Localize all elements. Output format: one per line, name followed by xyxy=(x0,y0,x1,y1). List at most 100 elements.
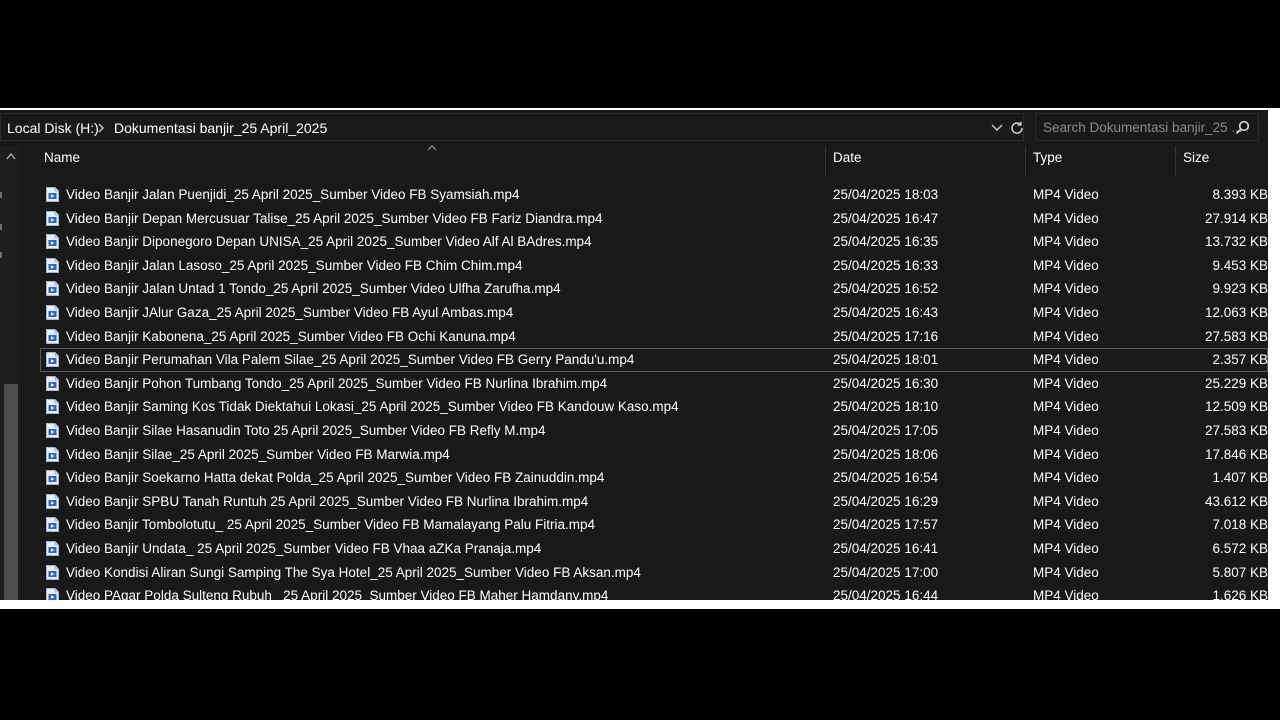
file-date: 25/04/2025 16:30 xyxy=(833,375,939,391)
file-row[interactable]: Video Banjir Pohon Tumbang Tondo_25 Apri… xyxy=(40,372,1268,396)
file-name[interactable]: Video Banjir Pohon Tumbang Tondo_25 Apri… xyxy=(66,376,607,391)
chevron-down-icon[interactable] xyxy=(991,123,1003,133)
column-header-name[interactable]: Name xyxy=(44,150,80,178)
mp4-file-icon xyxy=(46,187,59,202)
file-size: 2.357 KB xyxy=(1212,352,1268,368)
nav-marker xyxy=(0,224,2,230)
file-size: 27.583 KB xyxy=(1204,328,1268,344)
file-row[interactable]: Video Kondisi Aliran Sungi Samping The S… xyxy=(40,561,1268,585)
sort-ascending-icon xyxy=(427,145,437,151)
file-date: 25/04/2025 18:06 xyxy=(833,446,939,462)
column-divider[interactable] xyxy=(825,146,826,176)
file-row[interactable]: Video Banjir Jalan Lasoso_25 April 2025_… xyxy=(40,254,1268,278)
file-type: MP4 Video xyxy=(1033,210,1099,226)
nav-marker xyxy=(0,252,2,258)
mp4-file-icon xyxy=(46,564,59,580)
file-name[interactable]: Video Banjir Soekarno Hatta dekat Polda_… xyxy=(66,470,604,485)
file-name[interactable]: Video Banjir SPBU Tanah Runtuh 25 April … xyxy=(66,494,588,509)
file-type: MP4 Video xyxy=(1033,564,1099,580)
file-date: 25/04/2025 17:57 xyxy=(833,517,939,533)
file-date: 25/04/2025 18:01 xyxy=(833,352,939,368)
mp4-file-icon xyxy=(46,281,59,297)
file-row[interactable]: Video Banjir JAlur Gaza_25 April 2025_Su… xyxy=(40,301,1268,325)
file-size: 9.923 KB xyxy=(1212,281,1268,297)
file-list: Video Banjir Jalan Puenjidi_25 April 202… xyxy=(40,183,1268,600)
search-icon[interactable] xyxy=(1235,120,1250,135)
column-header-date[interactable]: Date xyxy=(833,150,862,178)
file-name[interactable]: Video Banjir Perumahan Vila Palem Silae_… xyxy=(66,352,634,367)
search-placeholder[interactable]: Search Dokumentasi banjir_25 ... xyxy=(1043,120,1243,135)
file-row[interactable]: Video Banjir Kabonena_25 April 2025_Sumb… xyxy=(40,325,1268,349)
file-date: 25/04/2025 16:54 xyxy=(833,470,939,486)
file-type: MP4 Video xyxy=(1033,493,1099,509)
file-name[interactable]: Video Banjir Jalan Untad 1 Tondo_25 Apri… xyxy=(66,281,561,296)
file-date: 25/04/2025 16:47 xyxy=(833,210,939,226)
file-size: 7.018 KB xyxy=(1212,517,1268,533)
column-divider[interactable] xyxy=(1175,146,1176,176)
file-name[interactable]: Video Banjir Jalan Puenjidi_25 April 202… xyxy=(66,187,520,202)
file-row[interactable]: Video Banjir SPBU Tanah Runtuh 25 April … xyxy=(40,490,1268,514)
file-type: MP4 Video xyxy=(1033,234,1099,250)
file-row[interactable]: Video Banjir Saming Kos Tidak Diektahui … xyxy=(40,395,1268,419)
breadcrumb-local-disk[interactable]: Local Disk (H:) xyxy=(7,120,99,136)
file-size: 5.807 KB xyxy=(1212,564,1268,580)
mp4-file-icon xyxy=(46,257,59,273)
file-type: MP4 Video xyxy=(1033,422,1099,438)
file-explorer: Local Disk (H:) Dokumentasi banjir_25 Ap… xyxy=(0,110,1268,600)
mp4-file-icon xyxy=(46,446,59,462)
file-name[interactable]: Video Banjir Silae Hasanudin Toto 25 Apr… xyxy=(66,423,546,438)
file-row[interactable]: Video Banjir Perumahan Vila Palem Silae_… xyxy=(40,348,1268,372)
file-size: 6.572 KB xyxy=(1212,540,1268,556)
file-type: MP4 Video xyxy=(1033,517,1099,533)
file-row[interactable]: Video Banjir Jalan Puenjidi_25 April 202… xyxy=(40,183,1268,207)
file-size: 27.583 KB xyxy=(1204,422,1268,438)
file-type: MP4 Video xyxy=(1033,540,1099,556)
search-box[interactable]: Search Dokumentasi banjir_25 ... xyxy=(1035,113,1259,141)
file-name[interactable]: Video Banjir Jalan Lasoso_25 April 2025_… xyxy=(66,258,523,273)
file-row[interactable]: Video Banjir Soekarno Hatta dekat Polda_… xyxy=(40,466,1268,490)
file-row[interactable]: Video Banjir Diponegoro Depan UNISA_25 A… xyxy=(40,230,1268,254)
file-row[interactable]: Video Banjir Silae Hasanudin Toto 25 Apr… xyxy=(40,419,1268,443)
mp4-file-icon xyxy=(46,375,59,391)
chevron-right-icon[interactable] xyxy=(96,123,106,133)
nav-scrollbar-thumb[interactable] xyxy=(4,384,18,600)
file-type: MP4 Video xyxy=(1033,304,1099,320)
file-row[interactable]: Video Banjir Depan Mercusuar Talise_25 A… xyxy=(40,207,1268,231)
file-row[interactable]: Video Banjir Undata_ 25 April 2025_Sumbe… xyxy=(40,537,1268,561)
file-name[interactable]: Video Banjir Tombolotutu_ 25 April 2025_… xyxy=(66,517,595,532)
file-name[interactable]: Video Banjir Saming Kos Tidak Diektahui … xyxy=(66,399,679,414)
column-divider[interactable] xyxy=(1025,146,1026,176)
file-name[interactable]: Video Banjir Diponegoro Depan UNISA_25 A… xyxy=(66,234,592,249)
refresh-icon[interactable] xyxy=(1009,120,1025,136)
file-type: MP4 Video xyxy=(1033,588,1099,600)
file-date: 25/04/2025 18:03 xyxy=(833,187,939,202)
file-size: 27.914 KB xyxy=(1204,210,1268,226)
mp4-file-icon xyxy=(46,399,59,415)
file-row[interactable]: Video Banjir Tombolotutu_ 25 April 2025_… xyxy=(40,513,1268,537)
file-date: 25/04/2025 17:16 xyxy=(833,328,939,344)
file-name[interactable]: Video Banjir Depan Mercusuar Talise_25 A… xyxy=(66,211,603,226)
file-type: MP4 Video xyxy=(1033,257,1099,273)
column-header-type[interactable]: Type xyxy=(1033,150,1062,178)
file-row[interactable]: Video PAgar Polda Sulteng Rubuh_ 25 Apri… xyxy=(40,584,1268,600)
file-type: MP4 Video xyxy=(1033,328,1099,344)
file-name[interactable]: Video Banjir Silae_25 April 2025_Sumber … xyxy=(66,447,450,462)
file-name[interactable]: Video PAgar Polda Sulteng Rubuh_ 25 Apri… xyxy=(66,588,608,600)
file-name[interactable]: Video Banjir JAlur Gaza_25 April 2025_Su… xyxy=(66,305,513,320)
file-type: MP4 Video xyxy=(1033,281,1099,297)
file-date: 25/04/2025 16:33 xyxy=(833,257,939,273)
mp4-file-icon xyxy=(46,328,59,344)
nav-marker xyxy=(0,192,2,198)
file-row[interactable]: Video Banjir Silae_25 April 2025_Sumber … xyxy=(40,443,1268,467)
mp4-file-icon xyxy=(46,210,59,226)
breadcrumb-current-folder[interactable]: Dokumentasi banjir_25 April_2025 xyxy=(114,120,327,136)
file-name[interactable]: Video Banjir Kabonena_25 April 2025_Sumb… xyxy=(66,329,516,344)
scroll-up-icon[interactable] xyxy=(6,152,16,160)
address-bar[interactable]: Local Disk (H:) Dokumentasi banjir_25 Ap… xyxy=(0,113,1024,141)
column-header-size[interactable]: Size xyxy=(1183,150,1209,178)
file-name[interactable]: Video Banjir Undata_ 25 April 2025_Sumbe… xyxy=(66,541,541,556)
mp4-file-icon xyxy=(46,540,59,556)
file-name[interactable]: Video Kondisi Aliran Sungi Samping The S… xyxy=(66,565,641,580)
file-type: MP4 Video xyxy=(1033,470,1099,486)
file-row[interactable]: Video Banjir Jalan Untad 1 Tondo_25 Apri… xyxy=(40,277,1268,301)
